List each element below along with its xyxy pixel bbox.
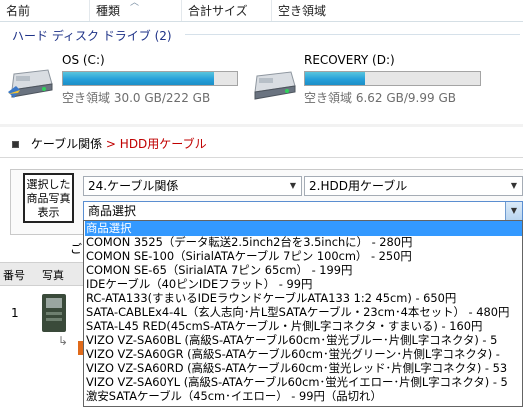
hard-drive-icon	[254, 71, 296, 100]
dropdown-option[interactable]: COMON SE-65（SirialATA 7ピン 65cm） - 199円	[85, 263, 522, 278]
category-select[interactable]: 24.ケーブル関係 ▼	[83, 176, 302, 196]
dropdown-option[interactable]: VIZO VZ-SA60GR (高級S-ATAケーブル60cm･蛍光グリーン･片…	[85, 347, 522, 362]
dropdown-option[interactable]: 激安SATAケーブル（45cm･イエロー） - 99円（品切れ）	[85, 389, 522, 404]
dropdown-option[interactable]: RC-ATA133(すまいるIDEラウンドケーブルATA133 1:2 45cm…	[85, 291, 522, 306]
dropdown-option[interactable]: VIZO VZ-SA60YL (高級S-ATAケーブル60cm･蛍光イエロー･片…	[85, 375, 522, 390]
dropdown-option[interactable]: SATA-CABLEx4-4L（玄人志向･片L型SATAケーブル・23cm･4本…	[85, 305, 522, 320]
subcategory-select[interactable]: 2.HDD用ケーブル ▼	[304, 176, 523, 196]
breadcrumb-parent-link[interactable]: ケーブル関係	[31, 137, 102, 151]
breadcrumb-separator: >	[102, 137, 120, 151]
table-header: 番号 写真	[0, 262, 90, 286]
breadcrumb: ケーブル関係 > HDD用ケーブル	[12, 135, 207, 152]
product-select[interactable]: 商品選択 ▼	[83, 201, 523, 221]
chevron-down-icon: ▼	[289, 181, 297, 190]
window-separator	[0, 124, 523, 127]
drive-c-usage-bar	[62, 71, 238, 86]
row-number: 1	[11, 306, 19, 320]
show-selected-photo-button[interactable]: 選択した 商品写真 表示	[23, 173, 74, 223]
product-dropdown-list[interactable]: 商品選択 COMON 3525（データ転送2.5inch2台を3.5inchに）…	[83, 220, 523, 407]
column-number: 番号	[3, 269, 25, 282]
partial-text: ご	[70, 242, 83, 256]
column-name[interactable]: 名前	[0, 0, 90, 21]
dropdown-option[interactable]: COMON SE-100（SirialATAケーブル 7ピン 100cm） - …	[85, 249, 522, 264]
drive-d-free-space: 空き領域 6.62 GB/9.99 GB	[304, 91, 456, 105]
hard-drive-icon	[8, 69, 53, 98]
dropdown-option[interactable]: VIZO VZ-SA60RD (高級S-ATAケーブル60cm･蛍光レッド･片側…	[85, 361, 522, 376]
breadcrumb-bullet-icon	[12, 141, 19, 148]
group-title[interactable]: ハード ディスク ドライブ (2)	[12, 27, 172, 44]
drive-c-usage-fill	[63, 72, 214, 85]
dropdown-option[interactable]: VIZO VZ-SA60BL (高級S-ATAケーブル60cm･蛍光ブルー･片側…	[85, 333, 522, 348]
product-select-value: 商品選択	[88, 204, 137, 218]
drive-d-name[interactable]: RECOVERY (D:)	[304, 53, 395, 67]
breadcrumb-current: HDD用ケーブル	[119, 137, 207, 151]
chevron-down-icon: ▼	[510, 181, 518, 190]
breadcrumb-divider	[0, 157, 523, 158]
sort-up-icon: ︿	[130, 0, 140, 8]
product-thumbnail[interactable]	[40, 292, 68, 334]
drive-d-usage-fill	[305, 72, 365, 85]
drive-c-name[interactable]: OS (C:)	[62, 53, 105, 67]
column-photo: 写真	[42, 269, 64, 282]
subcategory-select-value: 2.HDD用ケーブル	[309, 179, 408, 193]
group-divider	[185, 34, 520, 35]
drive-d-usage-bar	[304, 71, 481, 86]
dropdown-option[interactable]: COMON 3525（データ転送2.5inch2台を3.5inchに） - 28…	[85, 235, 522, 250]
dropdown-option[interactable]: IDEケーブル（40ピンIDEフラット） - 99円	[85, 277, 522, 292]
drive-c-free-space: 空き領域 30.0 GB/222 GB	[62, 91, 211, 105]
column-header: 名前 種類 ︿ 合計サイズ 空き領域	[0, 0, 523, 22]
dropdown-option[interactable]: SATA-L45 RED(45cmS-ATAケーブル・片側L字コネクタ・すまいる…	[85, 319, 522, 334]
column-total-size[interactable]: 合計サイズ	[182, 0, 272, 21]
arrow-icon: ↳	[58, 334, 69, 348]
dropdown-option-selected[interactable]: 商品選択	[85, 221, 522, 236]
chevron-down-icon[interactable]: ▼	[505, 202, 522, 220]
column-free-space[interactable]: 空き領域	[272, 0, 523, 21]
category-select-value: 24.ケーブル関係	[88, 179, 179, 193]
